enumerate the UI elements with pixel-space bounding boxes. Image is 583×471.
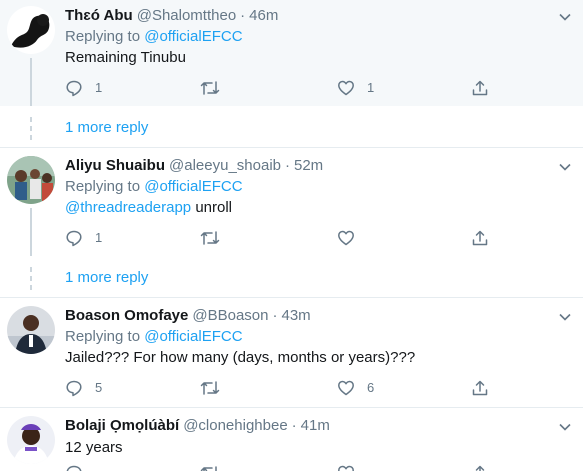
share-button[interactable]: [471, 463, 489, 471]
display-name[interactable]: Boason Omofaye: [65, 307, 188, 324]
timestamp[interactable]: 41m: [301, 417, 330, 434]
reply-icon: [66, 380, 82, 397]
retweet-icon: [200, 381, 220, 395]
separator-dot: ·: [272, 307, 278, 324]
tweet-text: Remaining Tinubu: [65, 49, 186, 66]
replying-label: Replying to: [65, 328, 141, 345]
replying-label: Replying to: [65, 28, 141, 45]
tweet-text: @threadreaderapp unroll: [65, 198, 232, 218]
avatar[interactable]: [7, 306, 55, 354]
heart-icon: [338, 380, 354, 396]
separator-dot: ·: [240, 7, 246, 24]
retweet-icon: [200, 466, 217, 471]
timestamp[interactable]: 43m: [281, 307, 310, 324]
share-button[interactable]: [471, 78, 489, 98]
tweet-3[interactable]: Boason Omofaye @BBoason · 43m Replying to @…: [0, 298, 583, 406]
tweet-header: Boason Omofaye @BBoason · 43m: [65, 306, 311, 326]
retweet-button[interactable]: [200, 463, 220, 471]
like-button[interactable]: [337, 463, 355, 471]
retweet-button[interactable]: [200, 228, 232, 248]
display-name[interactable]: Bolaji Ọmọlúàbí: [65, 417, 179, 434]
timestamp[interactable]: 46m: [249, 7, 278, 24]
user-handle[interactable]: @clonehighbee: [183, 417, 287, 434]
chevron-down-icon: [559, 163, 571, 171]
more-replies-link[interactable]: 1 more reply: [65, 268, 148, 288]
tweet-4[interactable]: Bolaji Ọmọlúàbí @clonehighbee · 41m 12 year…: [0, 408, 583, 471]
like-count: 1: [367, 80, 375, 95]
thread-dots: [29, 117, 33, 144]
separator-dot: ·: [291, 417, 297, 434]
timestamp[interactable]: 52m: [294, 157, 323, 174]
like-button[interactable]: 1: [337, 78, 374, 98]
tweet-text: 12 years: [65, 439, 123, 456]
replying-to: Replying to @officialEFCC: [65, 27, 243, 47]
like-button[interactable]: 6: [337, 378, 374, 398]
display-name[interactable]: Aliyu Shuaibu: [65, 157, 165, 174]
tweet-menu-button[interactable]: [558, 420, 572, 434]
tweet-header: Bolaji Ọmọlúàbí @clonehighbee · 41m: [65, 416, 330, 436]
tweet-menu-button[interactable]: [558, 160, 572, 174]
chevron-down-icon: [559, 423, 571, 431]
avatar[interactable]: [7, 156, 55, 204]
more-replies-row[interactable]: 1 more reply: [0, 108, 583, 148]
tweet-header: Aliyu Shuaibu @aleeyu_shoaib · 52m: [65, 156, 323, 176]
replying-to: Replying to @officialEFCC: [65, 327, 243, 347]
reply-button[interactable]: 1: [65, 228, 102, 248]
reply-button[interactable]: [65, 463, 83, 471]
share-icon: [472, 230, 488, 246]
reply-button[interactable]: 5: [65, 378, 102, 398]
user-handle[interactable]: @Shalomttheo: [137, 7, 236, 24]
user-handle[interactable]: @aleeyu_shoaib: [169, 157, 281, 174]
retweet-button[interactable]: [200, 378, 232, 398]
avatar[interactable]: [7, 416, 55, 464]
heart-icon: [338, 80, 354, 96]
tweet-2[interactable]: Aliyu Shuaibu @aleeyu_shoaib · 52m Replying…: [0, 148, 583, 256]
tweet-menu-button[interactable]: [558, 310, 572, 324]
thread-dots: [29, 267, 33, 294]
reply-icon: [66, 80, 82, 97]
share-button[interactable]: [471, 228, 489, 248]
chevron-down-icon: [559, 313, 571, 321]
share-icon: [475, 465, 485, 471]
share-button[interactable]: [471, 378, 489, 398]
user-handle[interactable]: @BBoason: [192, 307, 268, 324]
like-button[interactable]: [337, 228, 367, 248]
display-name[interactable]: Thɛó Abu: [65, 7, 133, 24]
reply-button[interactable]: 1: [65, 78, 102, 98]
more-replies-row[interactable]: 1 more reply: [0, 258, 583, 298]
thread-connector: [30, 208, 32, 256]
tweet-menu-button[interactable]: [558, 10, 572, 24]
reply-icon: [66, 230, 82, 247]
retweet-icon: [200, 81, 220, 95]
share-icon: [472, 80, 488, 96]
tweet-text-body: unroll: [195, 199, 233, 216]
replying-to-handle[interactable]: @officialEFCC: [144, 328, 242, 345]
retweet-icon: [200, 231, 220, 245]
replying-to: Replying to @officialEFCC: [65, 177, 243, 197]
replying-to-handle[interactable]: @officialEFCC: [144, 28, 242, 45]
like-count: 6: [367, 380, 375, 395]
tweet-text: Jailed??? For how many (days, months or …: [65, 349, 416, 366]
mention-link[interactable]: @threadreaderapp: [65, 199, 191, 216]
replying-to-handle[interactable]: @officialEFCC: [144, 178, 242, 195]
tweet-header: Thɛó Abu @Shalomttheo · 46m: [65, 6, 278, 26]
retweet-button[interactable]: [200, 78, 232, 98]
thread-connector: [30, 58, 32, 106]
reply-icon: [66, 465, 82, 471]
replying-label: Replying to: [65, 178, 141, 195]
reply-count: 1: [95, 230, 103, 245]
chevron-down-icon: [559, 13, 571, 21]
heart-icon: [338, 465, 354, 471]
avatar[interactable]: [7, 6, 55, 54]
share-icon: [472, 380, 488, 396]
separator-dot: ·: [285, 157, 290, 174]
reply-count: 5: [95, 380, 103, 395]
more-replies-link[interactable]: 1 more reply: [65, 118, 148, 138]
reply-count: 1: [95, 80, 103, 95]
tweet-1[interactable]: Thɛó Abu @Shalomttheo · 46m Replying to @of…: [0, 0, 583, 106]
heart-icon: [338, 230, 354, 246]
